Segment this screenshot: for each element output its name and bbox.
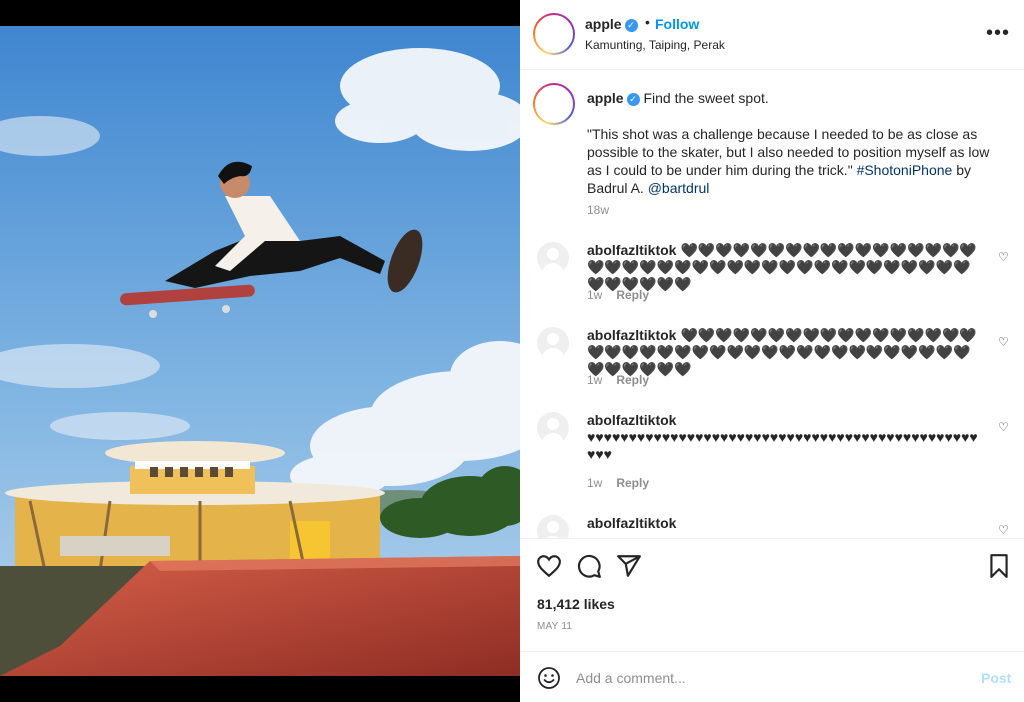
post-header: apple ✓ • Follow Kamunting, Taiping, Pera… (520, 0, 1024, 70)
comment-time[interactable]: 1w (587, 288, 602, 302)
comment-avatar[interactable] (537, 412, 569, 444)
comment-text: abolfazltiktok 🖤🖤🖤🖤🖤🖤🖤🖤🖤🖤🖤🖤🖤🖤🖤🖤🖤🖤🖤🖤🖤🖤🖤🖤🖤🖤… (587, 242, 985, 293)
reply-button[interactable]: Reply (616, 288, 649, 302)
comment-time[interactable]: 1w (587, 373, 602, 387)
comment-text: abolfazltiktok ♥♥♥♥♥♥♥♥♥♥♥♥♥♥♥♥♥♥♥♥♥♥♥♥♥♥… (587, 412, 985, 463)
more-options-icon[interactable]: ••• (986, 22, 1010, 45)
add-comment-bar: Post (520, 651, 1024, 702)
skateboarder-photo[interactable] (0, 26, 520, 676)
heart-icon[interactable] (536, 553, 562, 579)
comment-item: abolfazltiktok ♥♥♥♥♥♥♥♥♥♥♥♥♥♥♥♥♥♥♥♥♥♥♥♥♥♥… (520, 412, 1024, 492)
profile-avatar[interactable] (533, 13, 575, 55)
mention-link[interactable]: @bartdrul (648, 180, 710, 196)
comment-input[interactable] (576, 666, 956, 690)
comment-item: abolfazltiktok ♡ (520, 515, 1024, 538)
bookmark-icon[interactable] (986, 553, 1012, 579)
caption-username[interactable]: apple (587, 90, 624, 106)
header-username[interactable]: apple ✓ (585, 16, 638, 32)
caption-headline: Find the sweet spot. (643, 90, 769, 106)
comment-like-heart-icon[interactable]: ♡ (998, 335, 1009, 349)
comment-item: abolfazltiktok 🖤🖤🖤🖤🖤🖤🖤🖤🖤🖤🖤🖤🖤🖤🖤🖤🖤🖤🖤🖤🖤🖤🖤🖤🖤🖤… (520, 327, 1024, 407)
comment-text: abolfazltiktok 🖤🖤🖤🖤🖤🖤🖤🖤🖤🖤🖤🖤🖤🖤🖤🖤🖤🖤🖤🖤🖤🖤🖤🖤🖤🖤… (587, 327, 985, 378)
comment-body: ♥♥♥♥♥♥♥♥♥♥♥♥♥♥♥♥♥♥♥♥♥♥♥♥♥♥♥♥♥♥♥♥♥♥♥♥♥♥♥♥… (587, 429, 978, 462)
caption-text: apple ✓ Find the sweet spot. "This shot w… (587, 89, 1007, 197)
comment-meta: 1w Reply (587, 288, 649, 302)
follow-button[interactable]: Follow (655, 16, 699, 32)
comment-like-heart-icon[interactable]: ♡ (998, 250, 1009, 264)
comment-item: abolfazltiktok 🖤🖤🖤🖤🖤🖤🖤🖤🖤🖤🖤🖤🖤🖤🖤🖤🖤🖤🖤🖤🖤🖤🖤🖤🖤🖤… (520, 242, 1024, 322)
comment-avatar[interactable] (537, 327, 569, 359)
separator-dot: • (645, 14, 650, 30)
location-link[interactable]: Kamunting, Taiping, Perak (585, 38, 725, 52)
comment-time[interactable]: 1w (587, 476, 602, 490)
hashtag-link[interactable]: #ShotoniPhone (857, 162, 953, 178)
comment-avatar[interactable] (537, 515, 569, 538)
post-date[interactable]: MAY 11 (537, 621, 572, 632)
caption-avatar[interactable] (533, 83, 575, 125)
comment-meta: 1w Reply (587, 373, 649, 387)
photo-illustration (0, 26, 520, 676)
comment-meta: 1w Reply (587, 476, 649, 490)
likes-count[interactable]: 81,412 likes (537, 596, 615, 612)
reply-button[interactable]: Reply (616, 373, 649, 387)
verified-badge-icon: ✓ (626, 93, 640, 106)
comment-like-heart-icon[interactable]: ♡ (998, 523, 1009, 537)
share-icon[interactable] (616, 553, 642, 579)
comment-username[interactable]: abolfazltiktok (587, 242, 676, 258)
post-comment-button[interactable]: Post (981, 670, 1011, 686)
comment-like-heart-icon[interactable]: ♡ (998, 420, 1009, 434)
post-panel: apple ✓ • Follow Kamunting, Taiping, Pera… (520, 0, 1024, 702)
caption-timestamp[interactable]: 18w (587, 203, 609, 217)
comment-text: abolfazltiktok (587, 515, 985, 532)
comment-username[interactable]: abolfazltiktok (587, 515, 676, 531)
action-bar: 81,412 likes MAY 11 (520, 538, 1024, 651)
post-media[interactable] (0, 0, 520, 702)
comment-username[interactable]: abolfazltiktok (587, 327, 676, 343)
emoji-smile-icon[interactable] (537, 666, 561, 690)
comment-avatar[interactable] (537, 242, 569, 274)
comment-username[interactable]: abolfazltiktok (587, 412, 981, 429)
comments-scroll-area[interactable]: apple ✓ Find the sweet spot. "This shot w… (520, 71, 1024, 538)
reply-button[interactable]: Reply (616, 476, 649, 490)
comment-icon[interactable] (576, 553, 602, 579)
verified-badge-icon: ✓ (624, 19, 638, 32)
